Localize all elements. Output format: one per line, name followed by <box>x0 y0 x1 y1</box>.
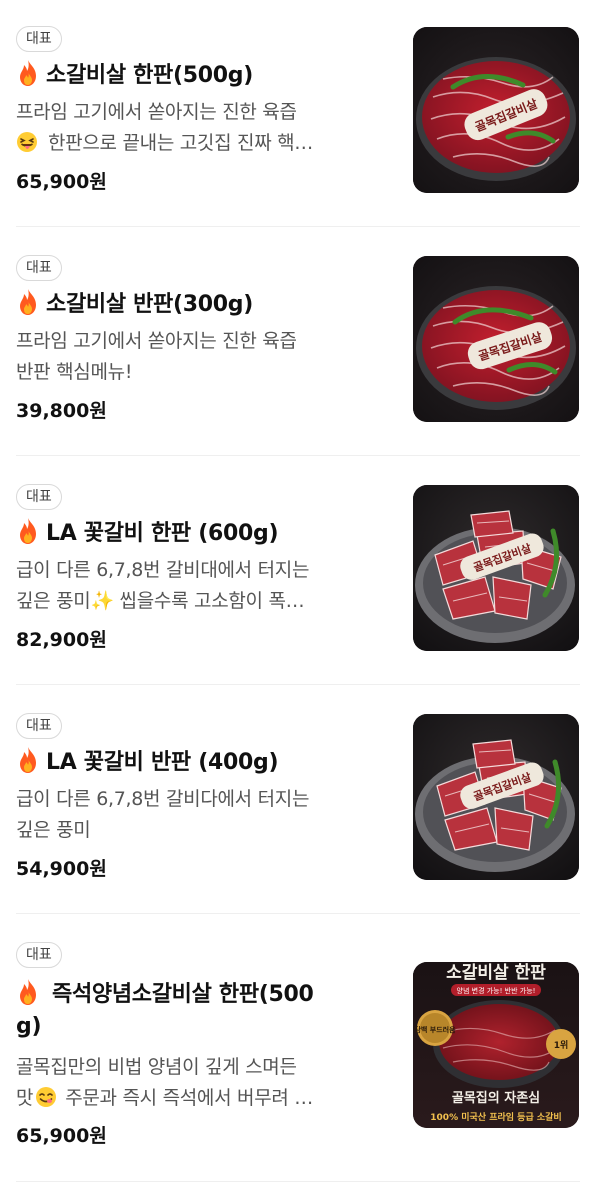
menu-item[interactable]: 대표 즉석양념소갈비살 한판(500 g) 골목집만의 비법 양념이 깊게 스며… <box>0 942 596 1182</box>
ribs-plate-image: 골목집갈비살 <box>413 256 579 422</box>
divider <box>16 684 580 685</box>
description-line: 깊은 풍미 <box>16 819 91 841</box>
menu-item-price: 82,900원 <box>16 629 107 651</box>
menu-item-photo: 골목집갈비살 <box>413 714 579 880</box>
ribs-plate-image: 골목집갈비살 <box>413 27 579 193</box>
menu-item-price: 65,900원 <box>16 171 107 193</box>
poster-sub: 양념 변경 가능! 반반 가능! <box>457 986 536 995</box>
tongue-face-icon <box>17 132 37 152</box>
poster-headline: 소갈비살 한판 <box>446 963 546 983</box>
menu-item-title: LA 꽃갈비 반판 (400g) <box>16 746 371 779</box>
signature-badge: 대표 <box>16 484 62 510</box>
poster-badge-left: 담백 부드러움 <box>414 1025 456 1034</box>
divider <box>16 226 580 227</box>
poster-bottom: 100% 미국산 프라임 등급 소갈비 <box>430 1111 561 1123</box>
description-prefix: 맛 <box>16 1087 34 1109</box>
menu-item-price: 54,900원 <box>16 858 107 880</box>
description-line-text: 한판으로 끝내는 고깃집 진짜 핵… <box>48 132 313 154</box>
menu-item-photo: 골목집갈비살 <box>413 27 579 193</box>
description-line: 맛 주문과 즉시 즉석에서 버무려 … <box>16 1083 386 1114</box>
menu-item-price: 39,800원 <box>16 400 107 422</box>
description-line: 프라임 고기에서 쏟아지는 진한 육즙 <box>16 101 297 123</box>
menu-item[interactable]: 대표 소갈비살 반판(300g) 프라임 고기에서 쏟아지는 진한 육즙 반판 … <box>0 255 596 456</box>
la-galbi-image: 골목집갈비살 <box>413 714 579 880</box>
menu-item-price: 65,900원 <box>16 1125 107 1147</box>
menu-item-title-text: 소갈비살 반판(300g) <box>46 292 253 317</box>
menu-item-photo: 소갈비살 한판 양념 변경 가능! 반반 가능! 담백 부드러움 1위 골목집의… <box>413 962 579 1128</box>
menu-item-photo: 골목집갈비살 <box>413 485 579 651</box>
fire-icon <box>20 289 36 315</box>
menu-item-photo: 골목집갈비살 <box>413 256 579 422</box>
description-line: 깊은 풍미✨ 씹을수록 고소함이 폭… <box>16 590 305 612</box>
menu-item[interactable]: 대표 LA 꽃갈비 한판 (600g) 급이 다른 6,7,8번 갈비대에서 터… <box>0 484 596 685</box>
menu-item[interactable]: 대표 LA 꽃갈비 반판 (400g) 급이 다른 6,7,8번 갈비다에서 터… <box>0 713 596 914</box>
menu-item-title: 소갈비살 한판(500g) <box>16 59 371 92</box>
title-line: g) <box>16 1014 42 1039</box>
description-line: 급이 다른 6,7,8번 갈비대에서 터지는 <box>16 559 310 581</box>
description-line: 한판으로 끝내는 고깃집 진짜 핵… <box>16 128 386 159</box>
menu-item-description: 프라임 고기에서 쏟아지는 진한 육즙 한판으로 끝내는 고깃집 진짜 핵… <box>16 97 386 159</box>
divider <box>16 913 580 914</box>
divider <box>16 455 580 456</box>
la-galbi-image: 골목집갈비살 <box>413 485 579 651</box>
marinated-poster-image: 소갈비살 한판 양념 변경 가능! 반반 가능! 담백 부드러움 1위 골목집의… <box>413 962 579 1128</box>
fire-icon <box>20 747 36 773</box>
menu-item-title-text: 즉석양념소갈비살 한판(500 <box>52 982 314 1007</box>
description-line-text: 주문과 즉시 즉석에서 버무려 … <box>65 1087 314 1109</box>
menu-item[interactable]: 대표 소갈비살 한판(500g) 프라임 고기에서 쏟아지는 진한 육즙 한판으… <box>0 26 596 227</box>
poster-badge-right: 1위 <box>554 1039 569 1051</box>
poster-tagline: 골목집의 자존심 <box>452 1090 540 1106</box>
menu-item-description: 프라임 고기에서 쏟아지는 진한 육즙 반판 핵심메뉴! <box>16 326 386 388</box>
menu-item-description: 급이 다른 6,7,8번 갈비다에서 터지는 깊은 풍미 <box>16 784 386 846</box>
signature-badge: 대표 <box>16 942 62 968</box>
menu-item-description: 골목집만의 비법 양념이 깊게 스며든 맛 주문과 즉시 즉석에서 버무려 … <box>16 1052 386 1114</box>
menu-item-description: 급이 다른 6,7,8번 갈비대에서 터지는 깊은 풍미✨ 씹을수록 고소함이 … <box>16 555 386 617</box>
menu-item-title: 즉석양념소갈비살 한판(500 g) <box>16 978 371 1043</box>
menu-item-title: 소갈비살 반판(300g) <box>16 288 371 321</box>
fire-icon <box>20 518 36 544</box>
fire-icon <box>20 979 36 1005</box>
signature-badge: 대표 <box>16 255 62 281</box>
menu-item-title-text: LA 꽃갈비 반판 (400g) <box>46 750 279 775</box>
menu-item-title: LA 꽃갈비 한판 (600g) <box>16 517 371 550</box>
description-line: 프라임 고기에서 쏟아지는 진한 육즙 <box>16 330 297 352</box>
description-line: 골목집만의 비법 양념이 깊게 스며든 <box>16 1056 297 1078</box>
menu-item-title-text: LA 꽃갈비 한판 (600g) <box>46 521 279 546</box>
title-line: 즉석양념소갈비살 한판(500 <box>16 978 371 1011</box>
fire-icon <box>20 60 36 86</box>
description-line: 반판 핵심메뉴! <box>16 361 133 383</box>
signature-badge: 대표 <box>16 26 62 52</box>
yum-face-icon <box>36 1087 57 1107</box>
description-line: 급이 다른 6,7,8번 갈비다에서 터지는 <box>16 788 310 810</box>
divider <box>16 1181 580 1182</box>
signature-badge: 대표 <box>16 713 62 739</box>
menu-item-title-text: 소갈비살 한판(500g) <box>46 63 253 88</box>
